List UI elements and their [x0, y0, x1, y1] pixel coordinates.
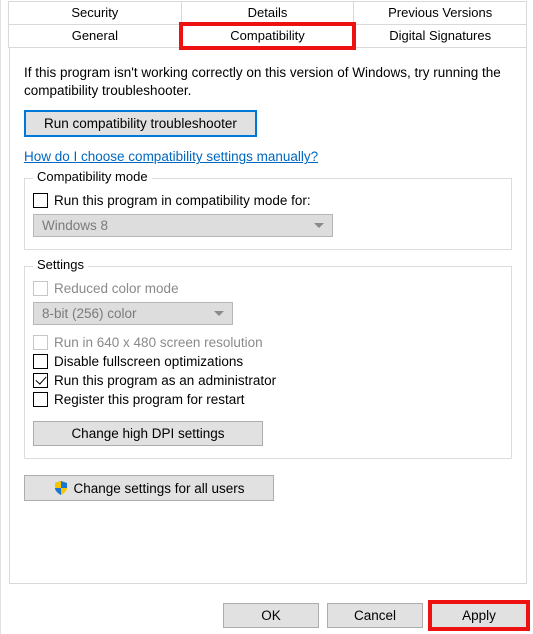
- run-as-admin-checkbox-row[interactable]: Run this program as an administrator: [33, 373, 503, 388]
- chevron-down-icon: [214, 311, 224, 316]
- checkbox-checked-icon: [33, 373, 48, 388]
- apply-button[interactable]: Apply: [431, 603, 527, 628]
- checkbox-icon: [33, 281, 48, 296]
- ok-button[interactable]: OK: [223, 603, 319, 628]
- chevron-down-icon: [314, 223, 324, 228]
- run-as-admin-label: Run this program as an administrator: [54, 373, 276, 388]
- checkbox-icon: [33, 354, 48, 369]
- checkbox-icon: [33, 193, 48, 208]
- tab-content-compatibility: If this program isn't working correctly …: [9, 48, 527, 584]
- disable-fullscreen-checkbox-row[interactable]: Disable fullscreen optimizations: [33, 354, 503, 369]
- tab-strip: Security Details Previous Versions Gener…: [1, 0, 533, 48]
- color-combo-value: 8-bit (256) color: [42, 306, 137, 321]
- tab-digital-signatures[interactable]: Digital Signatures: [353, 24, 527, 48]
- cancel-button[interactable]: Cancel: [327, 603, 423, 628]
- register-restart-label: Register this program for restart: [54, 392, 245, 407]
- shield-icon: [53, 480, 69, 496]
- compat-mode-combo-value: Windows 8: [42, 218, 108, 233]
- change-all-users-label: Change settings for all users: [73, 481, 244, 496]
- run-troubleshooter-button[interactable]: Run compatibility troubleshooter: [24, 110, 257, 137]
- reduced-color-checkbox-row: Reduced color mode: [33, 281, 503, 296]
- tab-previous-versions[interactable]: Previous Versions: [353, 1, 527, 25]
- properties-dialog: Security Details Previous Versions Gener…: [0, 0, 533, 634]
- reduced-color-label: Reduced color mode: [54, 281, 179, 296]
- run-640-label: Run in 640 x 480 screen resolution: [54, 335, 263, 350]
- tab-security[interactable]: Security: [8, 1, 182, 25]
- tab-row-1: Security Details Previous Versions: [9, 1, 527, 25]
- checkbox-icon: [33, 392, 48, 407]
- tab-row-2: General Compatibility Digital Signatures: [9, 24, 527, 48]
- disable-fullscreen-label: Disable fullscreen optimizations: [54, 354, 243, 369]
- compatibility-mode-group: Compatibility mode Run this program in c…: [24, 178, 512, 250]
- checkbox-icon: [33, 335, 48, 350]
- help-link[interactable]: How do I choose compatibility settings m…: [24, 149, 318, 164]
- intro-text: If this program isn't working correctly …: [24, 64, 512, 100]
- register-restart-checkbox-row[interactable]: Register this program for restart: [33, 392, 503, 407]
- tab-details[interactable]: Details: [181, 1, 355, 25]
- change-dpi-button[interactable]: Change high DPI settings: [33, 421, 263, 446]
- tab-general[interactable]: General: [8, 24, 182, 48]
- compat-mode-combo[interactable]: Windows 8: [33, 214, 333, 237]
- dialog-footer: OK Cancel Apply: [223, 603, 527, 628]
- compat-mode-checkbox-label: Run this program in compatibility mode f…: [54, 193, 311, 208]
- compat-mode-checkbox-row[interactable]: Run this program in compatibility mode f…: [33, 193, 503, 208]
- settings-group: Settings Reduced color mode 8-bit (256) …: [24, 266, 512, 459]
- run-640-checkbox-row: Run in 640 x 480 screen resolution: [33, 335, 503, 350]
- group-title: Compatibility mode: [33, 169, 152, 184]
- change-all-users-button[interactable]: Change settings for all users: [24, 475, 274, 501]
- tab-compatibility[interactable]: Compatibility: [181, 24, 355, 48]
- color-combo: 8-bit (256) color: [33, 302, 233, 325]
- group-title: Settings: [33, 257, 88, 272]
